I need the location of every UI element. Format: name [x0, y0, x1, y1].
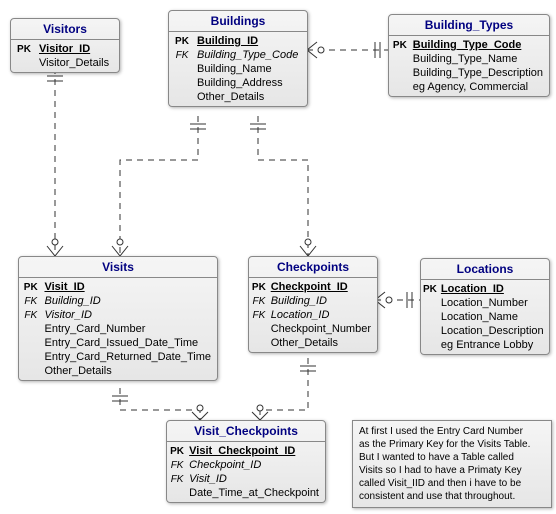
entity-locations: Locations PKLocation_ID Location_Number … — [420, 258, 550, 355]
attr-name: Other_Details — [269, 336, 377, 350]
attr-key — [421, 310, 439, 324]
attr-key — [169, 90, 195, 104]
attr-name: Building_Type_Code — [411, 38, 549, 52]
attr-name: eg Agency, Commercial — [411, 80, 549, 94]
attr-key: PK — [11, 42, 37, 56]
attr-key: FK — [167, 472, 187, 486]
entity-building-types: Building_Types PKBuilding_Type_Code Buil… — [388, 14, 550, 97]
attr-name: Building_ID — [195, 34, 307, 48]
attr-key: PK — [389, 38, 411, 52]
note-line: as the Primary Key for the Visits Table. — [359, 438, 545, 451]
attr-key — [389, 66, 411, 80]
entity-body: PKBuilding_ID FKBuilding_Type_Code Build… — [169, 32, 307, 106]
entity-visits: Visits PKVisit_ID FKBuilding_ID FKVisito… — [18, 256, 218, 381]
attr-name: Checkpoint_ID — [187, 458, 325, 472]
entity-body: PKVisit_ID FKBuilding_ID FKVisitor_ID En… — [19, 278, 217, 380]
attr-name: Building_Type_Code — [195, 48, 307, 62]
attr-name: Location_Description — [439, 324, 550, 338]
attr-key: FK — [19, 308, 42, 322]
attr-key — [421, 338, 439, 352]
attr-key — [11, 56, 37, 70]
attr-key: PK — [167, 444, 187, 458]
attr-key: PK — [421, 282, 439, 296]
attr-name: Visit_ID — [42, 280, 217, 294]
entity-title: Visitors — [11, 19, 119, 40]
attr-key: FK — [169, 48, 195, 62]
attr-key — [19, 364, 42, 378]
attr-name: Visitor_Details — [37, 56, 119, 70]
attr-key: FK — [19, 294, 42, 308]
attr-key — [169, 76, 195, 90]
entity-body: PKVisit_Checkpoint_ID FKCheckpoint_ID FK… — [167, 442, 325, 502]
attr-name: Visit_ID — [187, 472, 325, 486]
attr-name: Checkpoint_ID — [269, 280, 377, 294]
attr-name: Entry_Card_Returned_Date_Time — [42, 350, 217, 364]
attr-key — [167, 486, 187, 500]
attr-key: PK — [169, 34, 195, 48]
attr-name: Visit_Checkpoint_ID — [187, 444, 325, 458]
attr-name: Other_Details — [195, 90, 307, 104]
attr-key — [389, 80, 411, 94]
entity-body: PKBuilding_Type_Code Building_Type_Name … — [389, 36, 549, 96]
entity-body: PKLocation_ID Location_Number Location_N… — [421, 280, 550, 354]
note-line: consistent and use that throughout. — [359, 490, 545, 503]
attr-name: Location_ID — [269, 308, 377, 322]
entity-title: Visits — [19, 257, 217, 278]
attr-key: PK — [19, 280, 42, 294]
entity-title: Building_Types — [389, 15, 549, 36]
attr-name: Entry_Card_Number — [42, 322, 217, 336]
attr-key — [389, 52, 411, 66]
entity-title: Visit_Checkpoints — [167, 421, 325, 442]
attr-key — [169, 62, 195, 76]
attr-name: Visitor_ID — [42, 308, 217, 322]
attr-name: Date_Time_at_Checkpoint — [187, 486, 325, 500]
note-line: Visits so I had to have a Primaty Key — [359, 464, 545, 477]
entity-visit-checkpoints: Visit_Checkpoints PKVisit_Checkpoint_ID … — [166, 420, 326, 503]
diagram-note: At first I used the Entry Card Number as… — [352, 420, 552, 508]
attr-key — [421, 296, 439, 310]
entity-visitors: Visitors PKVisitor_ID Visitor_Details — [10, 18, 120, 73]
attr-name: Location_Number — [439, 296, 550, 310]
attr-name: Other_Details — [42, 364, 217, 378]
attr-name: Entry_Card_Issued_Date_Time — [42, 336, 217, 350]
attr-name: Visitor_ID — [37, 42, 119, 56]
attr-name: eg Entrance Lobby — [439, 338, 550, 352]
attr-name: Building_Type_Name — [411, 52, 549, 66]
attr-name: Building_Type_Description — [411, 66, 549, 80]
attr-key: PK — [249, 280, 269, 294]
attr-key — [19, 322, 42, 336]
note-line: called Visit_IID and then i have to be — [359, 477, 545, 490]
entity-body: PKVisitor_ID Visitor_Details — [11, 40, 119, 72]
attr-name: Building_Name — [195, 62, 307, 76]
attr-key — [249, 336, 269, 350]
attr-name: Building_Address — [195, 76, 307, 90]
attr-name: Building_ID — [269, 294, 377, 308]
attr-name: Location_Name — [439, 310, 550, 324]
note-line: At first I used the Entry Card Number — [359, 425, 545, 438]
attr-key — [19, 350, 42, 364]
attr-key — [421, 324, 439, 338]
attr-key: FK — [167, 458, 187, 472]
entity-title: Checkpoints — [249, 257, 377, 278]
entity-checkpoints: Checkpoints PKCheckpoint_ID FKBuilding_I… — [248, 256, 378, 353]
attr-key — [19, 336, 42, 350]
entity-title: Buildings — [169, 11, 307, 32]
entity-buildings: Buildings PKBuilding_ID FKBuilding_Type_… — [168, 10, 308, 107]
attr-name: Location_ID — [439, 282, 550, 296]
entity-body: PKCheckpoint_ID FKBuilding_ID FKLocation… — [249, 278, 377, 352]
attr-key — [249, 322, 269, 336]
note-line: But I wanted to have a Table called — [359, 451, 545, 464]
attr-key: FK — [249, 294, 269, 308]
attr-key: FK — [249, 308, 269, 322]
attr-name: Building_ID — [42, 294, 217, 308]
entity-title: Locations — [421, 259, 549, 280]
erd-canvas: Visitors PKVisitor_ID Visitor_Details Bu… — [0, 0, 556, 514]
attr-name: Checkpoint_Number — [269, 322, 377, 336]
